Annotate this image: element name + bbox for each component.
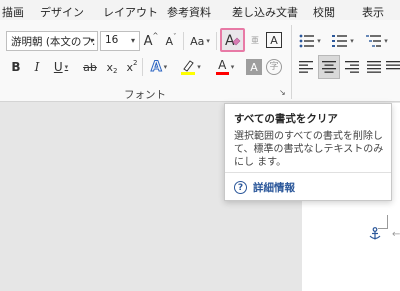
justify-button[interactable] [365,57,383,77]
tab-view[interactable]: 表示 [362,4,384,20]
highlighter-icon [181,60,196,75]
grow-font-button[interactable]: A ^ [143,31,159,51]
underline-label: U [53,60,63,74]
chevron-down-icon: ▾ [350,36,354,45]
underline-button[interactable]: U ▾ [49,57,73,77]
subscript-mark-icon: 2 [113,66,118,75]
clear-formatting-tooltip: すべての書式をクリア 選択範囲のすべての書式を削除し て、標準の書式なしテキスト… [224,103,392,201]
highlight-color-button[interactable]: ▾ [178,57,204,77]
text-effects-label: A [150,59,162,75]
text-effects-button[interactable]: A ▾ [146,57,172,77]
phonetic-label: 亜 [251,36,259,45]
shrink-font-button[interactable]: Aˇ [163,31,179,51]
divider [183,32,184,50]
chevron-down-icon: ▾ [317,36,321,45]
multilevel-list-icon [366,35,382,47]
align-center-icon [322,61,336,73]
justify-icon [367,61,381,73]
character-border-label: A [270,33,278,47]
tab-draw[interactable]: 描画 [2,4,24,20]
tab-layout[interactable]: レイアウト [103,4,158,20]
arrow-left-icon: ← [392,229,400,240]
caret-up-icon: ^ [152,31,159,40]
svg-text:A: A [225,33,235,48]
numbering-icon [332,35,348,47]
dialog-launcher-icon[interactable]: ↘ [279,88,286,97]
tab-references[interactable]: 参考資料 [167,4,211,20]
align-center-button[interactable] [318,55,340,79]
tooltip-divider [225,172,391,173]
phonetic-guide-button[interactable]: 亜 [248,31,262,51]
ribbon-tabs: 描画 デザイン レイアウト 参考資料 差し込み文書 校閲 表示 [0,0,400,20]
divider [142,58,143,76]
align-right-icon [345,61,359,73]
divider [216,32,217,50]
tooltip-help-link[interactable]: ? 詳細情報 [234,180,295,195]
enclose-characters-button[interactable]: 字 [266,59,282,75]
font-color-glyph: A [215,57,229,75]
font-color-button[interactable]: A ▾ [212,57,238,77]
character-border-button[interactable]: A [266,32,282,48]
chevron-down-icon: ▾ [64,62,69,71]
bold-button[interactable]: B [8,57,24,77]
font-color-bar [215,71,229,75]
clear-formatting-button[interactable]: A [220,28,245,52]
help-circle-icon: ? [234,181,247,194]
bold-label: B [11,60,21,74]
character-shading-button[interactable]: A [246,59,262,75]
superscript-mark-icon: 2 [133,58,138,67]
chevron-down-icon: ▾ [384,36,388,45]
font-name-value: 游明朝 (本文のフ: [11,36,96,48]
strikethrough-label: ab [83,60,97,74]
chevron-down-icon: ▾ [230,62,235,71]
chevron-down-icon[interactable]: ▾ [90,36,94,45]
caret-down-icon: ˇ [173,32,177,41]
strikethrough-button[interactable]: ab [80,57,100,77]
align-right-button[interactable] [343,57,361,77]
font-size-value: 16 [105,34,119,46]
grow-font-label: A [143,33,153,49]
change-case-button[interactable]: Aa ▾ [187,31,213,51]
change-case-label: Aa [190,34,205,48]
numbering-button[interactable]: ▾ [330,31,356,51]
chevron-down-icon: ▾ [206,36,210,45]
distributed-icon [386,61,400,70]
chevron-down-icon: ▾ [197,62,201,71]
align-left-button[interactable] [297,57,315,77]
font-name-dropdown[interactable]: 游明朝 (本文のフ: [6,31,98,51]
bullets-button[interactable]: ▾ [297,31,323,51]
distributed-button[interactable] [386,57,400,77]
character-shading-label: A [250,60,258,74]
italic-label: I [34,60,40,74]
subscript-button[interactable]: x2 [104,57,120,77]
chevron-down-icon[interactable]: ▾ [131,36,135,45]
tab-design[interactable]: デザイン [40,4,84,20]
ribbon-home: 游明朝 (本文のフ: ▾ 16 ▾ A ^ Aˇ Aa ▾ A 亜 A ▾ ▾ … [0,20,400,102]
tooltip-title: すべての書式をクリア [234,113,338,125]
align-left-icon [299,61,313,73]
font-color-label: A [218,57,227,72]
tooltip-help-label: 詳細情報 [253,182,295,194]
divider [291,25,292,99]
shrink-font-label: A [165,34,174,48]
font-group-label: フォント [124,89,166,101]
tab-review[interactable]: 校閲 [313,4,335,20]
enclose-characters-label: 字 [269,61,279,72]
clear-formatting-icon: A [225,33,240,48]
anchor-icon[interactable] [368,227,382,241]
chevron-down-icon: ▾ [163,62,168,71]
tab-mailings[interactable]: 差し込み文書 [232,4,298,20]
multilevel-list-button[interactable]: ▾ [364,31,390,51]
bullets-icon [299,34,315,48]
superscript-button[interactable]: x2 [124,57,140,77]
tooltip-description: 選択範囲のすべての書式を削除し て、標準の書式なしテキストのみにし ます。 [234,131,384,168]
italic-button[interactable]: I [29,57,45,77]
